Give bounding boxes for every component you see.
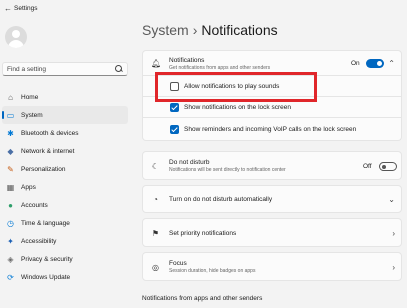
update-icon: ⟳ [7, 272, 14, 282]
brush-icon: ✎ [7, 164, 14, 174]
dnd-card[interactable]: ☾ Do not disturb Notifications will be s… [142, 151, 402, 180]
dnd-subtitle: Notifications will be sent directly to n… [169, 167, 286, 173]
sidebar-item-accessibility[interactable]: ✦ Accessibility [2, 232, 128, 250]
priority-card[interactable]: ⚑ Set priority notifications › [142, 218, 402, 247]
notifications-title: Notifications [169, 57, 205, 64]
voip-checkbox[interactable] [170, 125, 179, 134]
sidebar-nav: ⌂ Home ▭ System ✱ Bluetooth & devices ◆ Network… [2, 88, 128, 286]
sidebar-item-label: System [21, 111, 43, 119]
focus-title: Focus [169, 260, 187, 267]
option-row-voip[interactable]: Show reminders and incoming VoIP calls o… [142, 118, 402, 141]
sidebar-item-label: Network & internet [21, 147, 75, 155]
breadcrumb-system[interactable]: System [142, 22, 189, 38]
auto-dnd-card[interactable]: ◔ Turn on do not disturb automatically ⌄ [142, 185, 402, 213]
avatar-body-shape [8, 40, 24, 48]
home-icon: ⌂ [8, 92, 13, 102]
sidebar-item-label: Time & language [21, 219, 70, 227]
apps-icon: ▦ [6, 182, 15, 192]
back-arrow-icon[interactable]: ← [4, 4, 14, 13]
sidebar-item-label: Personalization [21, 165, 66, 173]
sidebar-item-label: Windows Update [21, 273, 71, 281]
search-placeholder: Find a setting [7, 65, 47, 73]
focus-subtitle: Session duration, hide badges on apps [169, 268, 256, 274]
priority-icon: ⚑ [151, 229, 160, 238]
sidebar-item-time-language[interactable]: ◷ Time & language [2, 214, 128, 232]
sidebar-item-windows-update[interactable]: ⟳ Windows Update [2, 268, 128, 286]
search-input[interactable]: Find a setting [2, 62, 128, 76]
priority-title: Set priority notifications [169, 230, 237, 237]
sidebar-item-apps[interactable]: ▦ Apps [2, 178, 128, 196]
voip-label: Show reminders and incoming VoIP calls o… [184, 126, 357, 133]
sidebar: Find a setting ⌂ Home ▭ System ✱ Bluetooth & … [0, 16, 132, 308]
sidebar-item-label: Bluetooth & devices [21, 129, 79, 137]
breadcrumb-separator: › [192, 22, 198, 38]
account-icon: ● [8, 200, 13, 210]
auto-dnd-title: Turn on do not disturb automatically [169, 196, 273, 203]
search-icon[interactable] [115, 65, 123, 73]
section-heading: Notifications from apps and other sender… [142, 295, 263, 302]
sidebar-item-system[interactable]: ▭ System [2, 106, 128, 124]
sidebar-item-network-internet[interactable]: ◆ Network & internet [2, 142, 128, 160]
monitor-icon: ▭ [6, 110, 15, 120]
avatar-head-shape [12, 30, 20, 38]
sidebar-item-label: Apps [21, 183, 36, 191]
lock-screen-label: Show notifications on the lock screen [184, 104, 291, 111]
sidebar-item-bluetooth-devices[interactable]: ✱ Bluetooth & devices [2, 124, 128, 142]
focus-card[interactable]: ◎ Focus Session duration, hide badges on… [142, 252, 402, 281]
sidebar-item-personalization[interactable]: ✎ Personalization [2, 160, 128, 178]
dnd-toggle[interactable] [379, 162, 397, 171]
chevron-up-icon[interactable]: ⌃ [388, 59, 395, 68]
highlight-box [155, 72, 317, 102]
dnd-title: Do not disturb [169, 159, 210, 166]
accessibility-icon: ✦ [7, 236, 14, 246]
clock-icon: ◔ [153, 195, 158, 204]
lock-screen-checkbox[interactable] [170, 103, 179, 112]
dnd-toggle-label: Off [363, 163, 372, 170]
shield-icon: ◈ [7, 254, 14, 264]
page-title: System › Notifications [142, 22, 278, 38]
globe-clock-icon: ◷ [7, 218, 14, 228]
bell-icon: 🔔︎ [151, 59, 162, 68]
sidebar-item-home[interactable]: ⌂ Home [2, 88, 128, 106]
notifications-subtitle: Get notifications from apps and other se… [169, 65, 271, 71]
notifications-toggle[interactable] [366, 59, 384, 68]
dnd-icon: ☾ [151, 162, 160, 171]
chevron-right-icon[interactable]: › [392, 263, 395, 272]
bluetooth-icon: ✱ [7, 128, 14, 138]
window-title: Settings [14, 4, 38, 12]
chevron-down-icon[interactable]: ⌄ [388, 195, 395, 204]
breadcrumb-current: Notifications [201, 22, 278, 38]
chevron-right-icon[interactable]: › [392, 229, 395, 238]
avatar[interactable] [5, 26, 27, 48]
wifi-icon: ◆ [7, 146, 14, 156]
sidebar-item-label: Privacy & security [21, 255, 73, 263]
notifications-toggle-label: On [351, 60, 360, 67]
focus-icon: ◎ [152, 263, 159, 272]
title-bar: ← Settings [0, 0, 407, 16]
sidebar-item-label: Accessibility [21, 237, 57, 245]
sidebar-item-label: Home [21, 93, 39, 101]
sidebar-item-privacy-security[interactable]: ◈ Privacy & security [2, 250, 128, 268]
sidebar-item-accounts[interactable]: ● Accounts [2, 196, 128, 214]
sidebar-item-label: Accounts [21, 201, 48, 209]
